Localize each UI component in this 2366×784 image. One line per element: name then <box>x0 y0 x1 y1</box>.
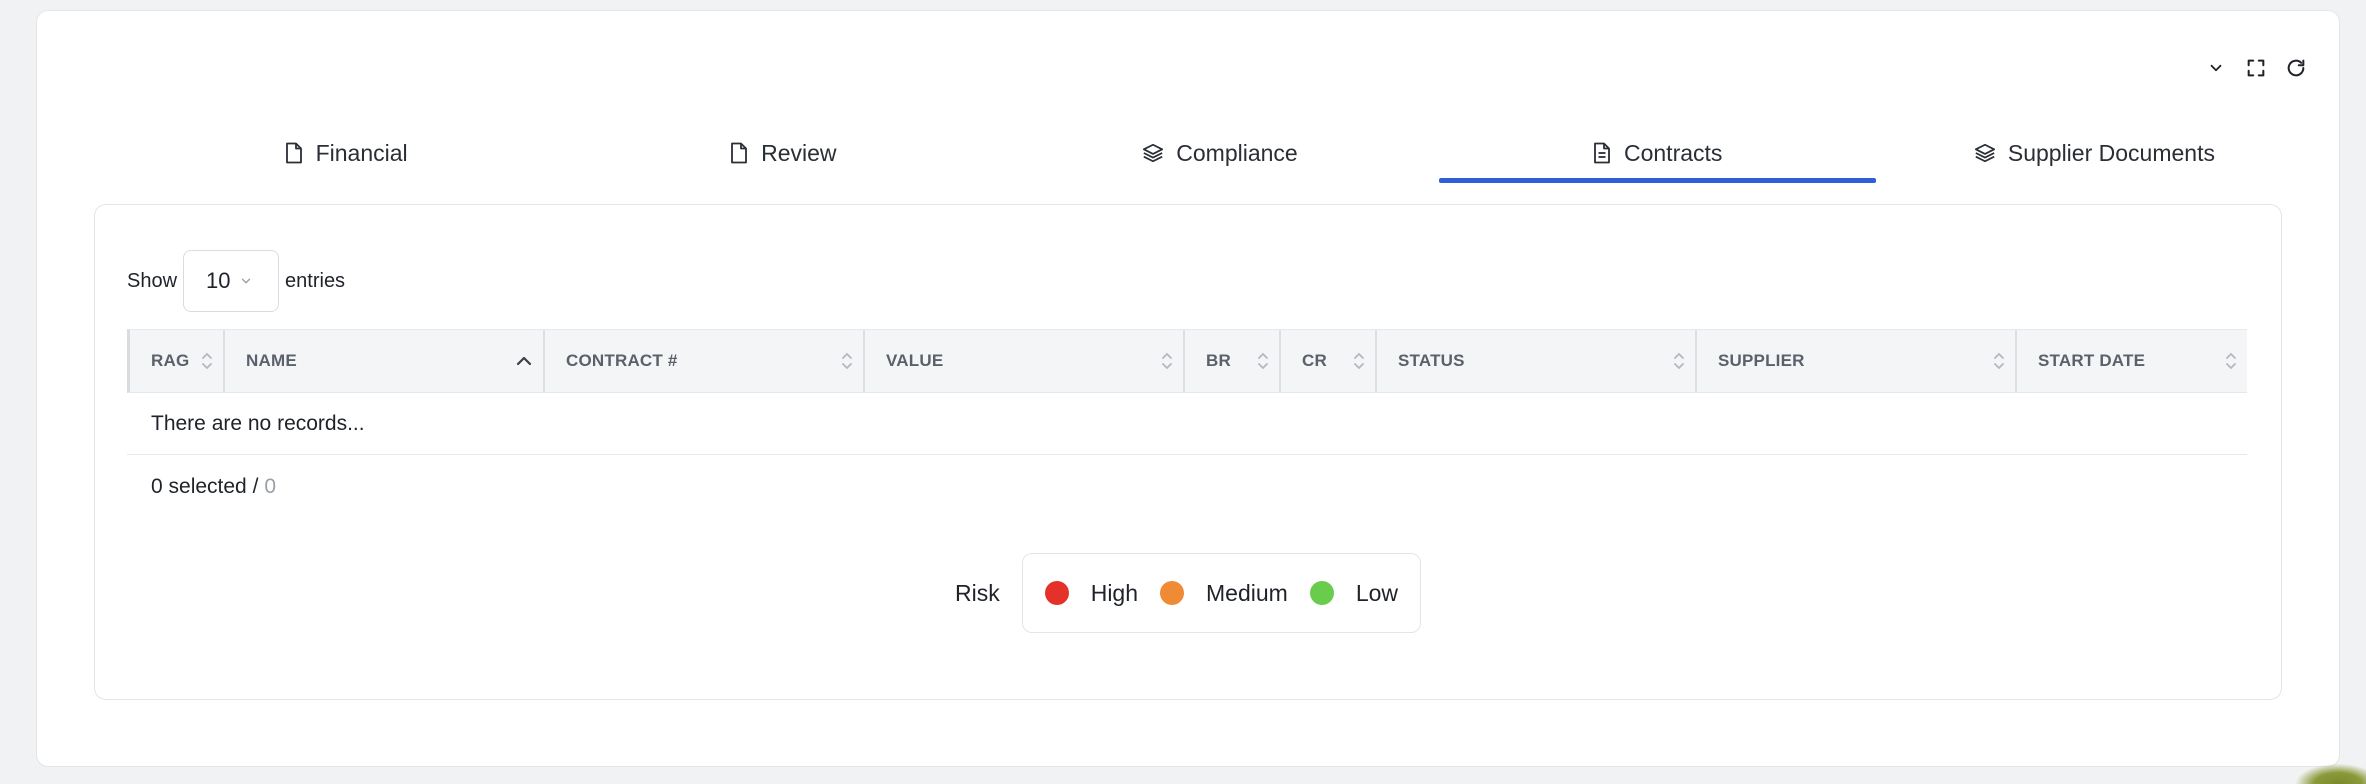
contracts-card: Financial Review Compliance Contracts Su… <box>36 10 2340 767</box>
orange-dot-icon <box>1160 581 1185 605</box>
column-header-label: CONTRACT # <box>566 351 678 370</box>
sort-icon <box>841 350 853 372</box>
sort-icon <box>1257 350 1269 372</box>
sort-icon <box>1673 350 1685 372</box>
legend-item-medium: Medium <box>1160 580 1288 607</box>
contracts-table: RAG NAME CONTRACT # VALUE BR CR STATUS S… <box>127 329 2247 519</box>
document-icon <box>731 142 747 164</box>
selection-summary: 0 selected / 0 <box>127 455 2247 519</box>
entries-per-page-select[interactable]: 10 <box>183 250 280 312</box>
tab-label: Contracts <box>1623 139 1723 166</box>
column-header-label: SUPPLIER <box>1718 351 1805 370</box>
legend-label: Medium <box>1206 579 1288 606</box>
refresh-icon[interactable] <box>2283 55 2309 81</box>
legend-item-high: High <box>1044 579 1139 607</box>
tab-label: Supplier Documents <box>2007 139 2215 166</box>
layers-icon <box>1974 143 1995 163</box>
legend-title: Risk <box>954 579 1000 606</box>
legend-item-low: Low <box>1309 579 1399 607</box>
tab-label: Review <box>761 139 837 166</box>
document-text-icon <box>1594 142 1610 164</box>
tab-review[interactable]: Review <box>564 123 1001 183</box>
column-header-contract-number[interactable]: CONTRACT # <box>545 330 865 392</box>
column-header-value[interactable]: VALUE <box>865 330 1185 392</box>
sort-ascending-icon <box>515 350 533 372</box>
contracts-panel: Show 10 entries RAG NAME CONTRACT # VALU… <box>94 204 2282 700</box>
table-header: RAG NAME CONTRACT # VALUE BR CR STATUS S… <box>127 329 2247 393</box>
card-toolbar <box>2203 55 2309 81</box>
tab-supplier-documents[interactable]: Supplier Documents <box>1876 123 2313 183</box>
sort-icon <box>1353 350 1365 372</box>
column-header-label: CR <box>1302 351 1327 370</box>
tab-contracts[interactable]: Contracts <box>1438 123 1877 183</box>
green-dot-icon <box>1309 581 1334 605</box>
column-header-br[interactable]: BR <box>1185 330 1281 392</box>
chevron-down-icon <box>241 278 250 284</box>
show-entries: Show 10 entries <box>127 250 345 312</box>
tab-compliance[interactable]: Compliance <box>1001 123 1438 183</box>
legend-label: Low <box>1355 579 1399 606</box>
tab-label: Financial <box>315 139 408 166</box>
tab-label: Compliance <box>1176 139 1298 166</box>
column-header-label: BR <box>1206 351 1231 370</box>
chevron-down-icon[interactable] <box>2203 55 2229 81</box>
selected-count: 0 selected / <box>151 475 259 498</box>
corner-decoration <box>2296 764 2366 784</box>
entries-per-page-value: 10 <box>206 268 231 293</box>
sort-icon <box>1993 350 2005 372</box>
column-header-status[interactable]: STATUS <box>1377 330 1697 392</box>
risk-legend: Risk High Medium Low <box>95 553 2281 633</box>
empty-table-message: There are no records... <box>127 393 2247 455</box>
layers-icon <box>1143 143 1164 163</box>
column-header-label: START DATE <box>2038 351 2146 370</box>
sort-icon <box>2225 350 2237 372</box>
column-header-label: NAME <box>246 351 297 370</box>
document-icon <box>285 142 302 164</box>
show-label: Show <box>127 269 178 292</box>
tab-bar: Financial Review Compliance Contracts Su… <box>127 123 2313 183</box>
red-dot-icon <box>1044 581 1069 605</box>
total-count: 0 <box>264 475 277 498</box>
column-header-name[interactable]: NAME <box>225 330 545 392</box>
column-header-label: VALUE <box>886 351 944 370</box>
column-header-rag[interactable]: RAG <box>130 330 225 392</box>
entries-label: entries <box>285 269 346 292</box>
column-header-start-date[interactable]: START DATE <box>2017 330 2247 392</box>
column-header-label: RAG <box>151 351 190 370</box>
sort-icon <box>1161 350 1173 372</box>
sort-icon <box>201 350 213 372</box>
legend-label: High <box>1090 579 1139 606</box>
expand-icon[interactable] <box>2243 55 2269 81</box>
tab-financial[interactable]: Financial <box>127 123 564 183</box>
column-header-supplier[interactable]: SUPPLIER <box>1697 330 2017 392</box>
column-header-cr[interactable]: CR <box>1281 330 1377 392</box>
legend-box: High Medium Low <box>1021 553 1422 633</box>
column-header-label: STATUS <box>1398 351 1465 370</box>
